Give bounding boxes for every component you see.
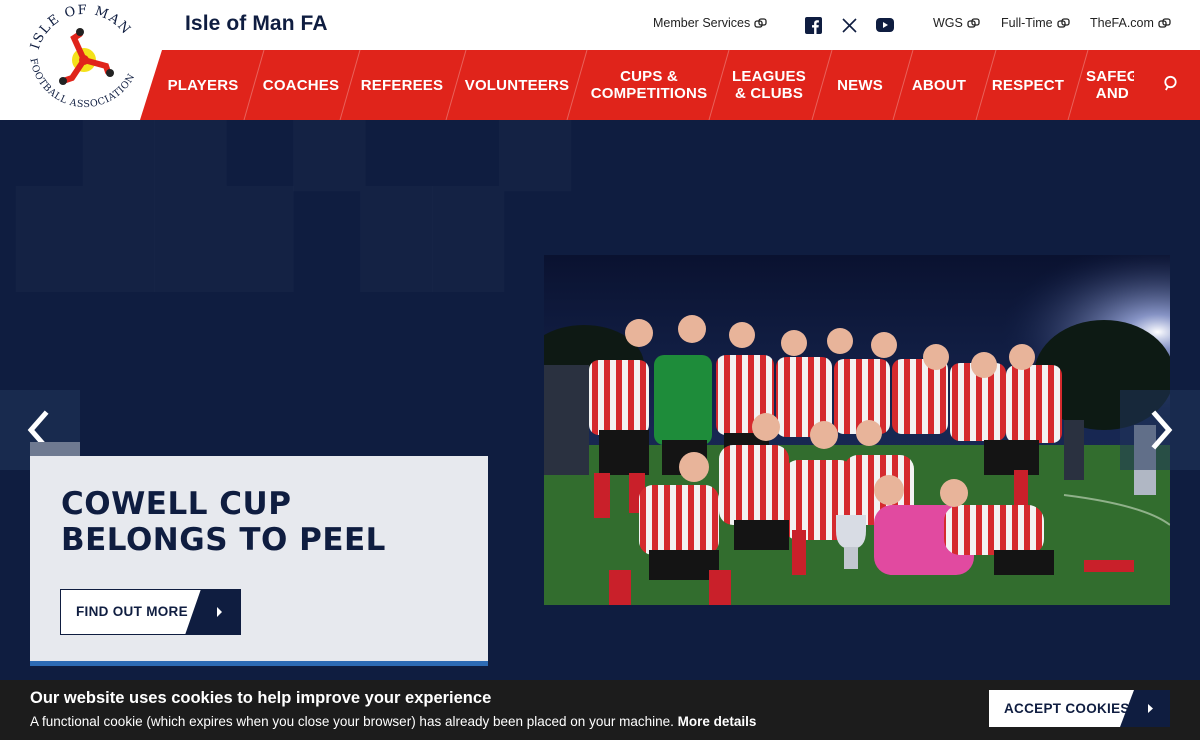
nav-about[interactable]: ABOUT bbox=[910, 50, 968, 120]
utility-link-label: TheFA.com bbox=[1090, 16, 1154, 30]
nav-referees[interactable]: REFEREES bbox=[358, 50, 446, 120]
nav-volunteers[interactable]: VOLUNTEERS bbox=[462, 50, 572, 120]
facebook-icon[interactable] bbox=[803, 15, 823, 35]
utility-link-label: WGS bbox=[933, 16, 963, 30]
wgs-link[interactable]: WGS bbox=[933, 16, 980, 30]
slide-headline[interactable]: COWELL CUP BELONGS TO PEEL bbox=[61, 486, 461, 558]
find-out-more-label: FIND OUT MORE bbox=[76, 604, 188, 619]
nav-players[interactable]: PLAYERS bbox=[162, 50, 244, 120]
cookie-text: A functional cookie (which expires when … bbox=[30, 714, 674, 729]
utility-link-label: Member Services bbox=[653, 16, 751, 30]
nav-respect[interactable]: RESPECT bbox=[992, 50, 1064, 120]
site-header: ISLE OF MAN FOOTBALL ASSOCIATION Isle of… bbox=[0, 0, 1200, 120]
triskelion-icon bbox=[59, 28, 114, 85]
cookie-description: A functional cookie (which expires when … bbox=[30, 714, 756, 729]
external-link-icon bbox=[1158, 18, 1171, 28]
accept-cookies-label: ACCEPT COOKIES bbox=[1004, 701, 1130, 716]
nav-coaches[interactable]: COACHES bbox=[258, 50, 344, 120]
team-celebration-photo bbox=[544, 255, 1170, 605]
utility-bar: Member Services WGS Full-Time TheFA.com bbox=[0, 16, 1200, 36]
hero-background-pattern: ▟▙▚▞ bbox=[20, 120, 575, 288]
search-icon[interactable] bbox=[1162, 74, 1182, 94]
full-time-link[interactable]: Full-Time bbox=[1001, 16, 1070, 30]
find-out-more-button[interactable]: FIND OUT MORE bbox=[60, 589, 241, 635]
x-twitter-icon[interactable] bbox=[839, 15, 859, 35]
hero-carousel: ▟▙▚▞ bbox=[0, 120, 1200, 680]
external-link-icon bbox=[754, 18, 767, 28]
nav-safeguarding[interactable]: SAFEG AND bbox=[1086, 50, 1134, 120]
carousel-next-button[interactable] bbox=[1120, 390, 1200, 470]
accept-cookies-button[interactable]: ACCEPT COOKIES bbox=[989, 690, 1170, 727]
nav-news[interactable]: NEWS bbox=[830, 50, 890, 120]
arrow-right-icon bbox=[1120, 690, 1170, 727]
slide-indicator-tab bbox=[30, 442, 80, 456]
external-link-icon bbox=[967, 18, 980, 28]
more-details-link[interactable]: More details bbox=[678, 714, 757, 729]
youtube-icon[interactable] bbox=[875, 15, 895, 35]
chevron-right-icon bbox=[1151, 410, 1173, 450]
utility-link-label: Full-Time bbox=[1001, 16, 1053, 30]
arrow-right-icon bbox=[185, 590, 240, 634]
member-services-link[interactable]: Member Services bbox=[653, 16, 767, 30]
external-link-icon bbox=[1056, 18, 1070, 28]
thefa-link[interactable]: TheFA.com bbox=[1090, 16, 1171, 30]
nav-cups-competitions[interactable]: CUPS & COMPETITIONS bbox=[590, 50, 708, 120]
main-navigation: PLAYERS COACHES REFEREES VOLUNTEERS CUPS… bbox=[140, 50, 1200, 120]
nav-leagues-clubs[interactable]: LEAGUES & CLUBS bbox=[730, 50, 808, 120]
cookie-banner: Our website uses cookies to help improve… bbox=[0, 680, 1200, 740]
cookie-title: Our website uses cookies to help improve… bbox=[30, 689, 492, 707]
slide-caption-card: COWELL CUP BELONGS TO PEEL FIND OUT MORE bbox=[30, 442, 488, 666]
